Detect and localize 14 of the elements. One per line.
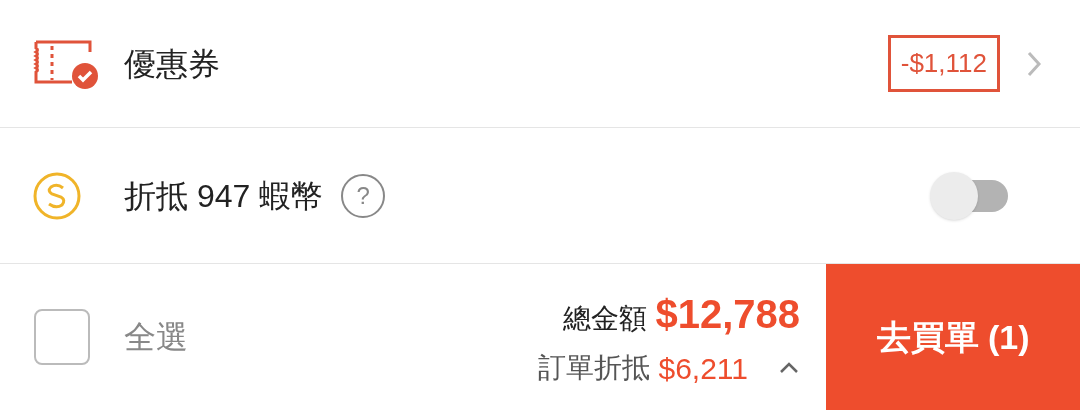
select-all-checkbox[interactable] <box>34 309 90 365</box>
chevron-up-icon[interactable] <box>778 361 800 375</box>
checkout-button[interactable]: 去買單 (1) <box>826 264 1080 410</box>
coupon-label: 優惠券 <box>124 44 220 84</box>
coin-icon <box>32 170 82 221</box>
order-discount-amount: $6,211 <box>658 350 748 387</box>
total-amount: $12,788 <box>655 290 800 338</box>
total-label: 總金額 <box>563 301 648 336</box>
order-discount-label: 訂單折抵 <box>538 351 651 385</box>
chevron-right-icon[interactable] <box>1026 49 1042 78</box>
help-button[interactable]: ? <box>341 173 386 218</box>
coupon-discount-tag: -$1,112 <box>887 35 1000 92</box>
select-all-label: 全選 <box>124 318 188 357</box>
coins-label: 折抵 947 蝦幣 <box>124 176 324 216</box>
